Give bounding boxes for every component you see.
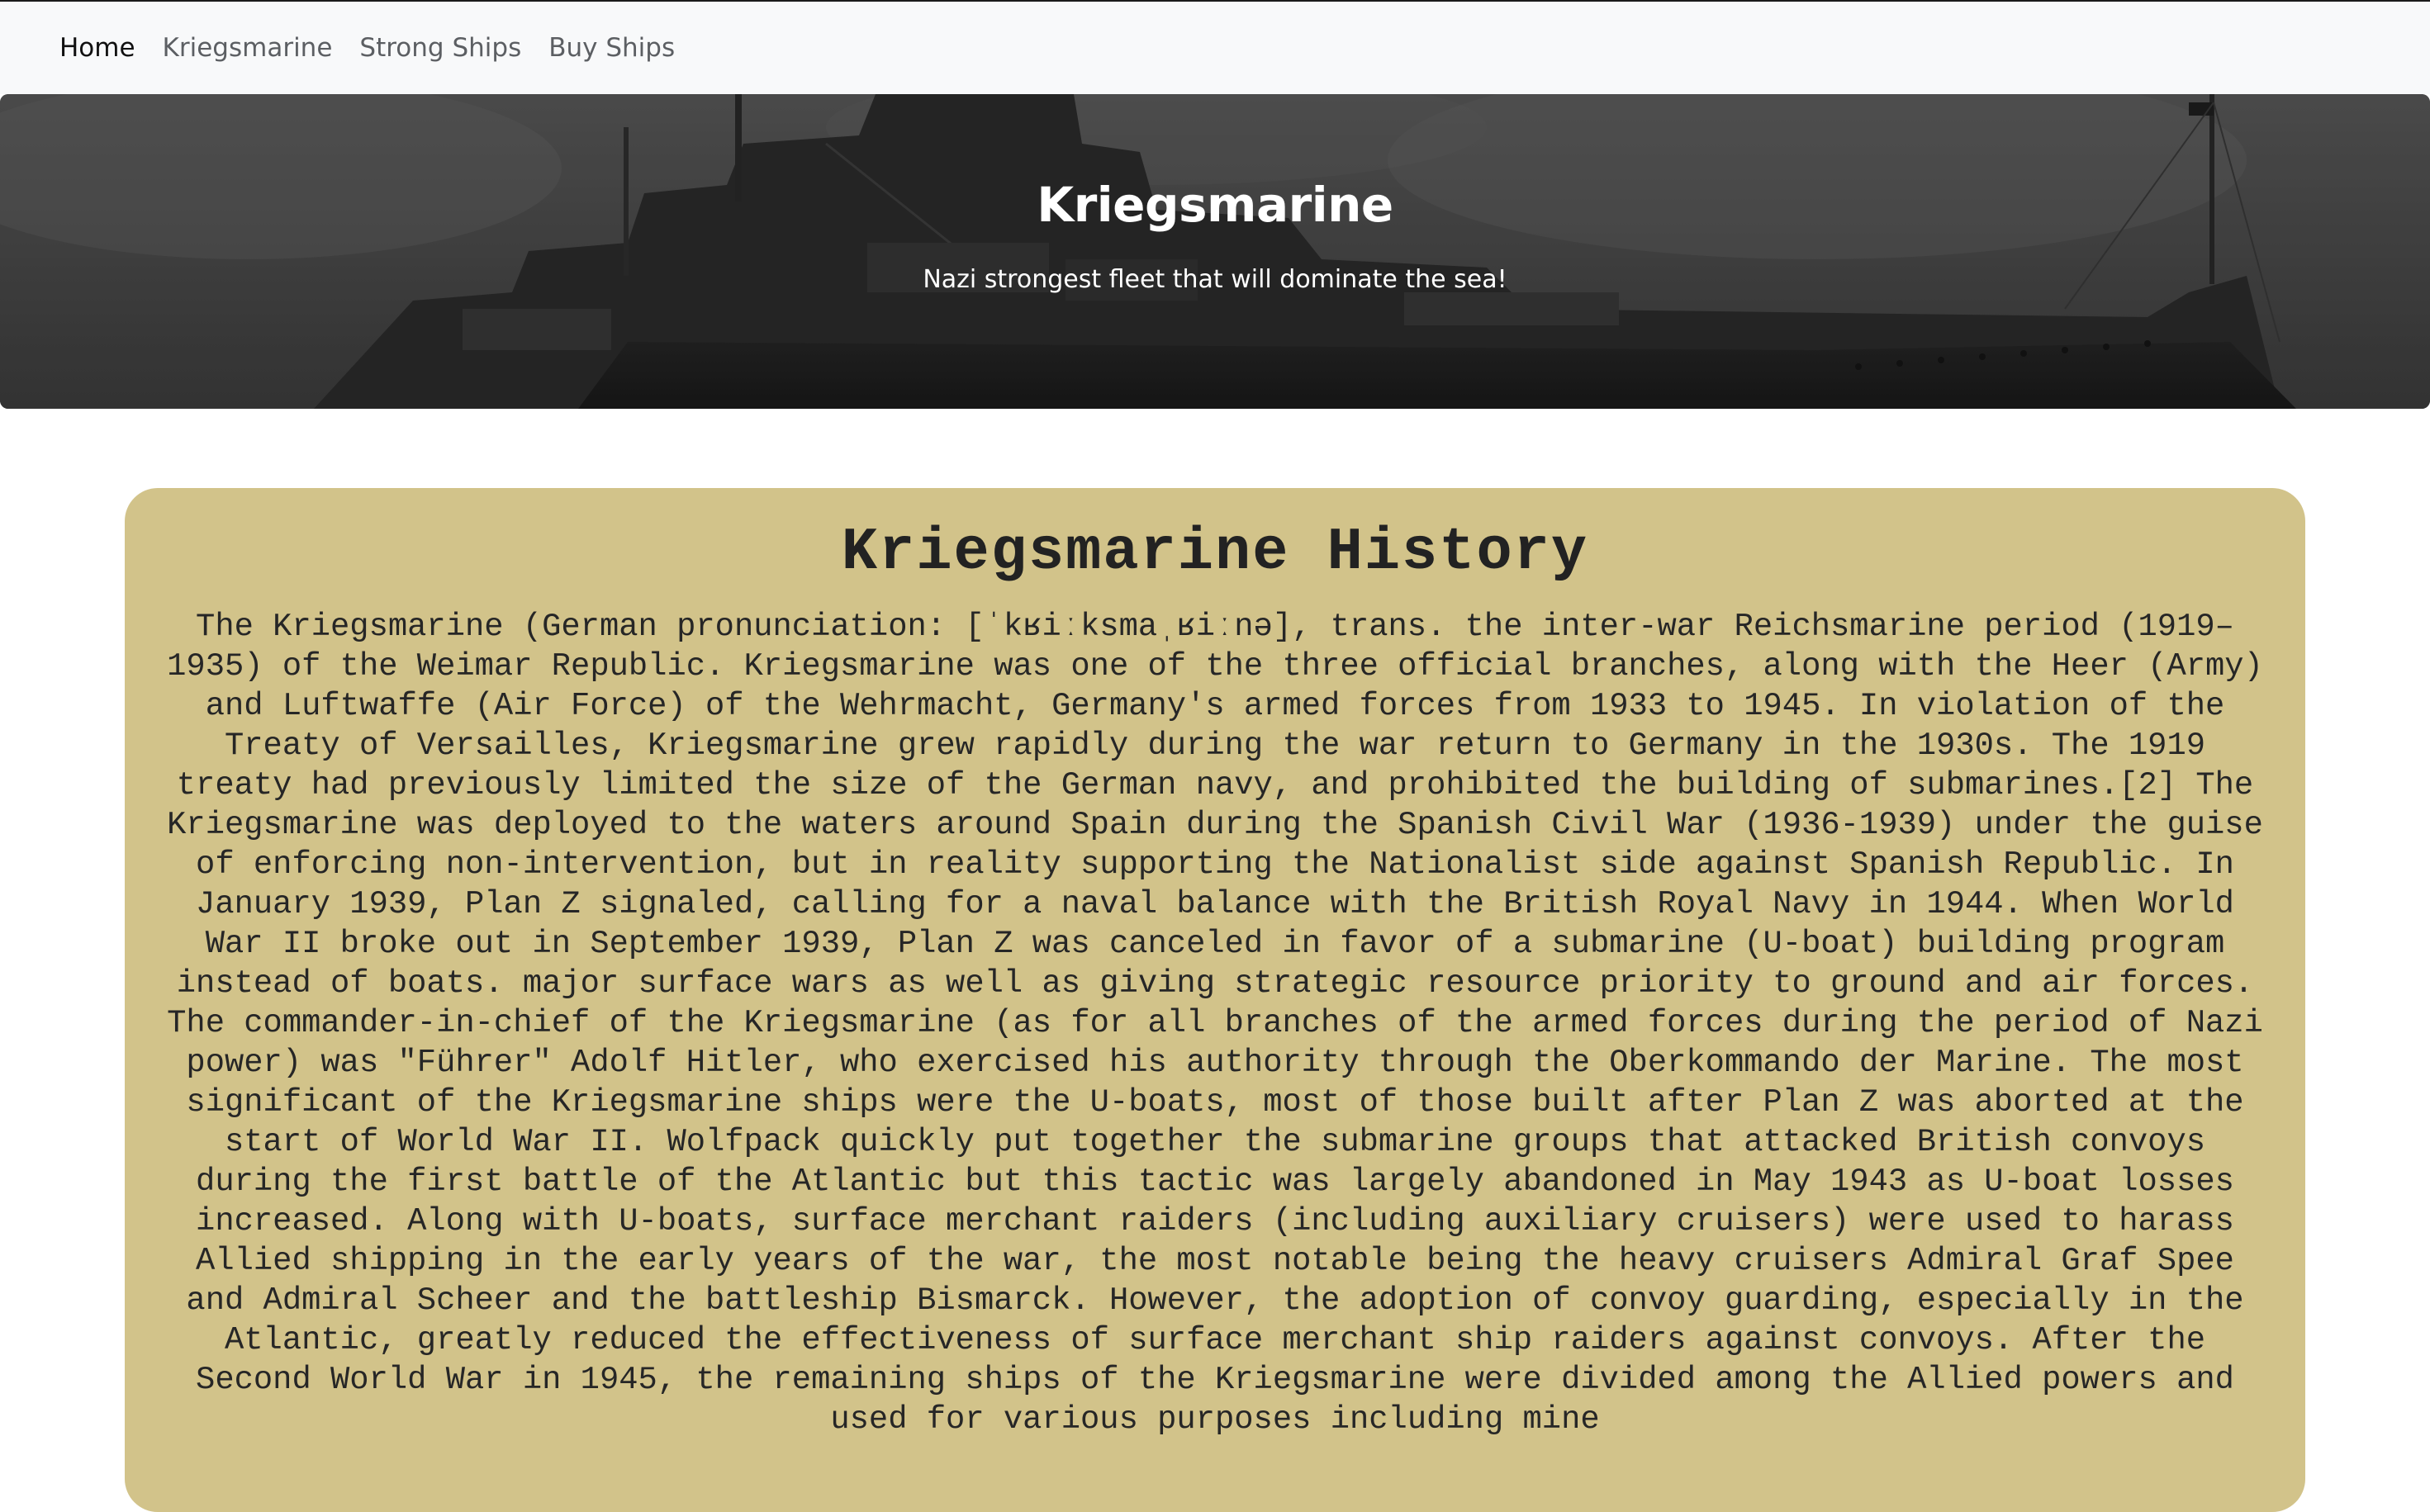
history-card: Kriegsmarine History The Kriegsmarine (G…: [125, 488, 2305, 1512]
nav-link-kriegsmarine[interactable]: Kriegsmarine: [163, 33, 333, 63]
hero-title: Kriegsmarine: [1037, 177, 1393, 233]
nav-link-buy-ships[interactable]: Buy Ships: [548, 33, 675, 63]
navbar: Home Kriegsmarine Strong Ships Buy Ships: [0, 2, 2430, 94]
hero-subtitle: Nazi strongest fleet that will dominate …: [923, 265, 1507, 294]
nav-link-home[interactable]: Home: [59, 33, 135, 63]
history-body: The Kriegsmarine (German pronunciation: …: [167, 609, 2263, 1438]
hero-banner: Kriegsmarine Nazi strongest fleet that w…: [0, 94, 2430, 409]
hero-overlay: [0, 94, 2430, 409]
nav-link-strong-ships[interactable]: Strong Ships: [359, 33, 521, 63]
history-title: Kriegsmarine History: [841, 519, 1589, 586]
